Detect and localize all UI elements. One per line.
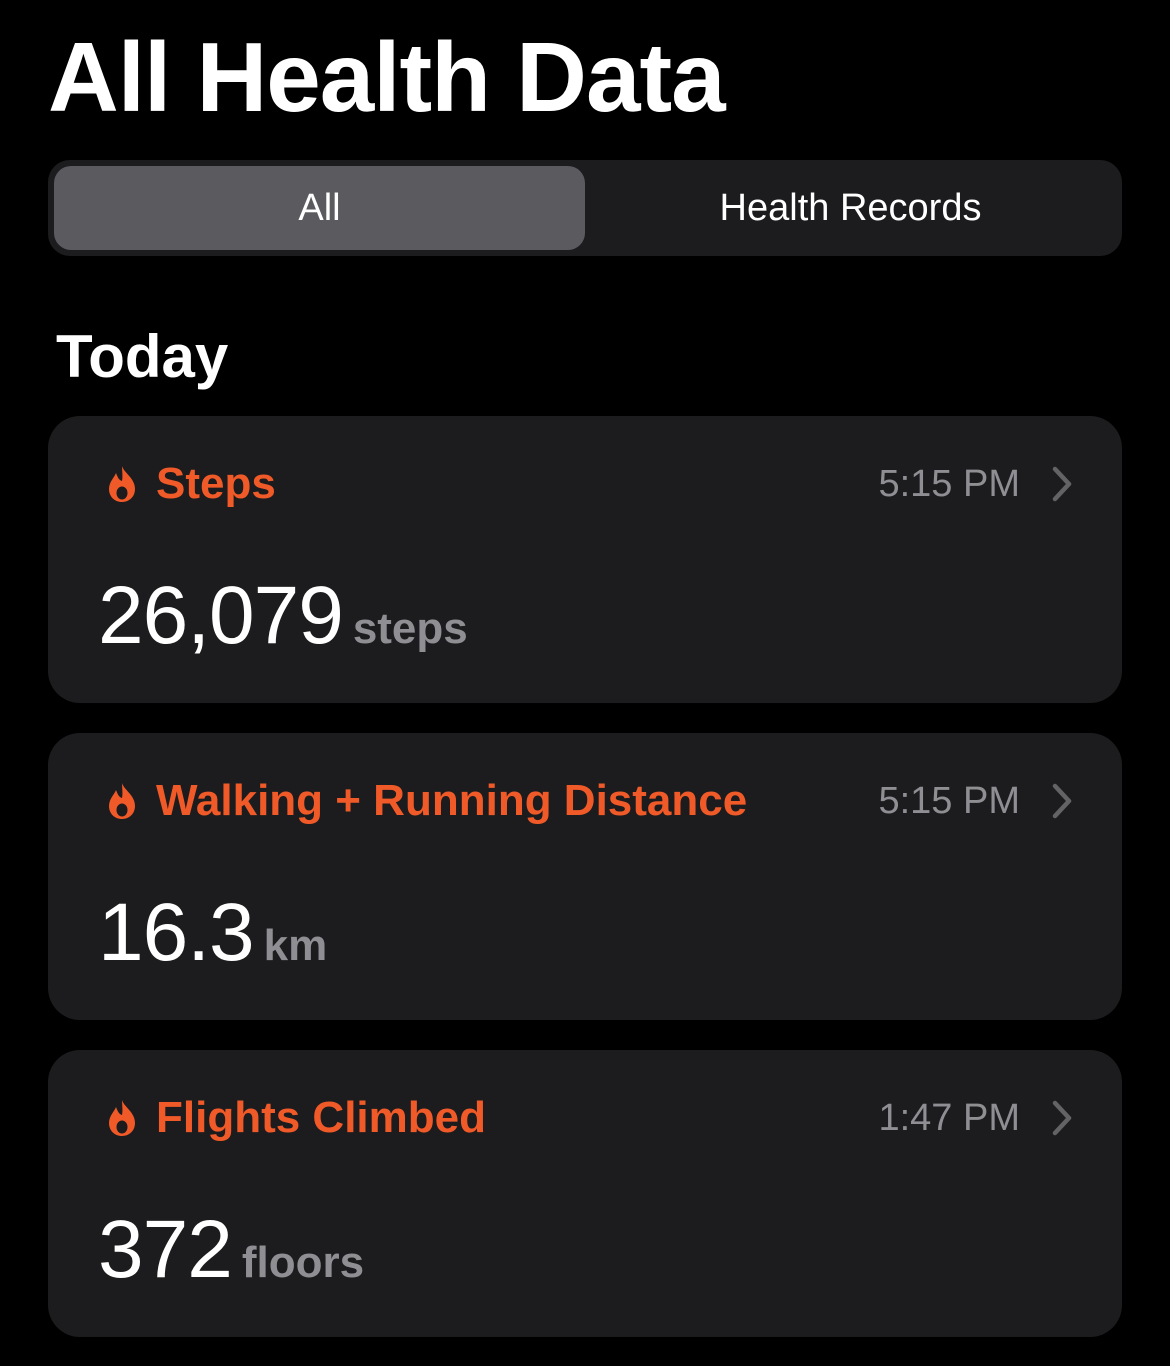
walking-running-distance-card[interactable]: Walking + Running Distance 5:15 PM 16.3 … — [48, 733, 1122, 1020]
segment-health-records[interactable]: Health Records — [585, 166, 1116, 250]
card-value: 372 — [98, 1204, 233, 1295]
card-value: 16.3 — [98, 887, 255, 978]
segment-all[interactable]: All — [54, 166, 585, 250]
card-value: 26,079 — [98, 570, 344, 661]
card-title: Walking + Running Distance — [156, 776, 748, 825]
chevron-right-icon — [1052, 466, 1072, 502]
card-time: 1:47 PM — [878, 1096, 1020, 1139]
chevron-right-icon — [1052, 783, 1072, 819]
section-title-today: Today — [56, 323, 229, 390]
card-header: Flights Climbed 1:47 PM — [106, 1090, 1074, 1146]
card-title: Flights Climbed — [156, 1093, 486, 1142]
card-value-row: 26,079 steps — [98, 566, 468, 666]
card-value-row: 16.3 km — [98, 883, 327, 983]
card-value-row: 372 floors — [98, 1200, 364, 1300]
all-health-data-screen: All Health Data All Health Records Today… — [0, 0, 1170, 1366]
card-unit: steps — [352, 604, 468, 653]
segmented-control: All Health Records — [48, 160, 1122, 256]
flame-icon — [109, 466, 135, 502]
chevron-right-icon — [1052, 1100, 1072, 1136]
steps-card[interactable]: Steps 5:15 PM 26,079 steps — [48, 416, 1122, 703]
flights-climbed-card[interactable]: Flights Climbed 1:47 PM 372 floors — [48, 1050, 1122, 1337]
card-time: 5:15 PM — [878, 462, 1020, 505]
page-title: All Health Data — [48, 22, 726, 132]
flame-icon — [109, 1100, 135, 1136]
card-unit: floors — [241, 1238, 365, 1287]
card-header: Walking + Running Distance 5:15 PM — [106, 773, 1074, 829]
card-time: 5:15 PM — [878, 779, 1020, 822]
card-unit: km — [263, 921, 328, 970]
card-header: Steps 5:15 PM — [106, 456, 1074, 512]
card-title: Steps — [156, 459, 276, 508]
flame-icon — [109, 783, 135, 819]
